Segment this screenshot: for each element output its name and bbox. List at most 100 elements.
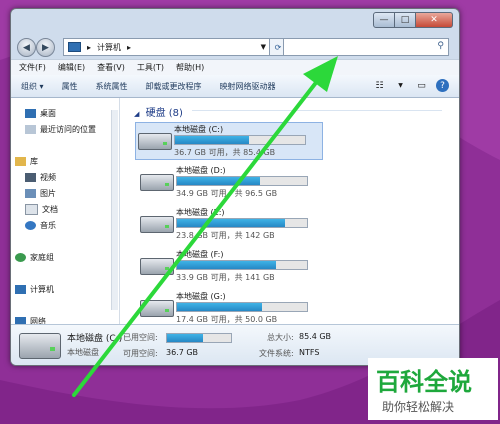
music-icon xyxy=(25,221,36,230)
sidebar-item-homegroup[interactable]: 家庭组 xyxy=(15,252,54,263)
forward-button[interactable]: ▶ xyxy=(36,38,55,57)
menu-tools[interactable]: 工具(T) xyxy=(137,62,164,73)
drive-space-info: 36.7 GB 可用，共 85.4 GB xyxy=(174,148,276,157)
menu-edit[interactable]: 编辑(E) xyxy=(58,62,85,73)
details-fs-label: 文件系统: xyxy=(259,349,294,358)
minimize-button[interactable]: — xyxy=(373,12,395,28)
group-title: 硬盘 (8) xyxy=(145,108,183,119)
sidebar-item-library[interactable]: 库 xyxy=(15,156,38,167)
drive-space-info: 34.9 GB 可用，共 96.5 GB xyxy=(176,189,278,198)
sidebar-item-label: 音乐 xyxy=(40,221,56,230)
chevron-down-icon[interactable]: ▼ xyxy=(394,79,407,92)
drive-usage-fill xyxy=(177,219,285,227)
watermark-subtitle: 助你轻松解决 xyxy=(382,400,455,414)
drive-usage-fill xyxy=(177,177,261,185)
nav-scrollbar[interactable] xyxy=(111,110,118,310)
drive-item[interactable]: 本地磁盘 (F:) 33.9 GB 可用，共 141 GB xyxy=(138,248,318,284)
drive-usage-fill xyxy=(177,261,276,269)
computer-icon xyxy=(15,285,26,294)
details-usage-fill xyxy=(167,334,204,342)
close-button[interactable]: ✕ xyxy=(416,12,453,28)
drive-name: 本地磁盘 (G:) xyxy=(176,292,226,301)
sidebar-item-recent[interactable]: 最近访问的位置 xyxy=(25,124,96,135)
drive-space-info: 33.9 GB 可用，共 141 GB xyxy=(176,273,275,282)
drive-item[interactable]: 本地磁盘 (D:) 34.9 GB 可用，共 96.5 GB xyxy=(138,164,318,200)
hard-drive-icon xyxy=(140,216,174,233)
crumb-separator: ▸ xyxy=(87,42,92,52)
maximize-button[interactable]: □ xyxy=(395,12,416,28)
sidebar-item-label: 视频 xyxy=(40,173,56,182)
content-pane: ◢ 硬盘 (8) 本地磁盘 (C:) 36.7 GB 可用，共 85.4 GB 本地… xyxy=(120,98,459,324)
navigation-pane: 桌面 最近访问的位置 库 视频 图片 文档 音乐 家庭组 计算机 网络 xyxy=(11,98,120,326)
drive-usage-bar xyxy=(174,135,306,145)
collapse-arrow-icon: ◢ xyxy=(134,110,140,118)
sidebar-item-videos[interactable]: 视频 xyxy=(25,172,56,183)
drive-name: 本地磁盘 (E:) xyxy=(176,208,225,217)
sidebar-item-documents[interactable]: 文档 xyxy=(25,204,58,215)
sidebar-item-label: 库 xyxy=(30,157,38,166)
back-button[interactable]: ◀ xyxy=(17,38,36,57)
sidebar-item-computer[interactable]: 计算机 xyxy=(15,284,54,295)
details-drive-type: 本地磁盘 xyxy=(67,348,99,357)
details-fs-value: NTFS xyxy=(299,348,320,357)
view-options-icon[interactable]: ☷ xyxy=(373,79,386,92)
drive-space-info: 23.8 GB 可用，共 142 GB xyxy=(176,231,275,240)
address-row: ◀ ▶ ▸ 计算机 ▸ ▼ ⟳ ⚲ xyxy=(11,36,459,58)
window-controls: — □ ✕ xyxy=(373,12,453,28)
drive-item[interactable]: 本地磁盘 (E:) 23.8 GB 可用，共 142 GB xyxy=(138,206,318,242)
help-icon[interactable]: ? xyxy=(436,79,449,92)
details-used-label: 已用空间: xyxy=(123,333,158,342)
details-drive-name: 本地磁盘 (C:) xyxy=(67,334,123,344)
command-bar: 组织 ▾ 属性 系统属性 卸载或更改程序 映射网络驱动器 ☷ ▼ ▭ ? xyxy=(11,75,459,98)
pictures-icon xyxy=(25,189,36,198)
details-free-label: 可用空间: xyxy=(123,349,158,358)
sidebar-item-pictures[interactable]: 图片 xyxy=(25,188,56,199)
hard-drive-icon xyxy=(19,333,61,359)
crumb-separator: ▸ xyxy=(127,42,132,52)
menu-help[interactable]: 帮助(H) xyxy=(176,62,204,73)
drive-item[interactable]: 本地磁盘 (G:) 17.4 GB 可用，共 50.0 GB xyxy=(138,290,318,326)
sidebar-item-music[interactable]: 音乐 xyxy=(25,220,56,231)
system-properties-button[interactable]: 系统属性 xyxy=(96,81,128,92)
menu-view[interactable]: 查看(V) xyxy=(97,62,125,73)
drive-usage-fill xyxy=(177,303,262,311)
refresh-icon: ⟳ xyxy=(274,42,282,52)
documents-icon xyxy=(25,204,38,215)
properties-button[interactable]: 属性 xyxy=(62,81,78,92)
drive-item[interactable]: 本地磁盘 (C:) 36.7 GB 可用，共 85.4 GB xyxy=(135,122,323,160)
uninstall-program-button[interactable]: 卸载或更改程序 xyxy=(146,81,202,92)
drive-usage-bar xyxy=(176,176,308,186)
sidebar-item-label: 最近访问的位置 xyxy=(40,125,96,134)
computer-icon xyxy=(68,42,81,52)
preview-pane-icon[interactable]: ▭ xyxy=(415,79,428,92)
menu-bar: 文件(F) 编辑(E) 查看(V) 工具(T) 帮助(H) xyxy=(11,59,459,75)
sidebar-item-label: 图片 xyxy=(40,189,56,198)
map-network-drive-button[interactable]: 映射网络驱动器 xyxy=(220,81,276,92)
group-divider xyxy=(192,110,442,111)
search-icon: ⚲ xyxy=(437,41,444,51)
breadcrumb-computer[interactable]: 计算机 xyxy=(97,42,121,53)
menu-file[interactable]: 文件(F) xyxy=(19,62,46,73)
drive-usage-bar xyxy=(176,218,308,228)
sidebar-item-label: 家庭组 xyxy=(30,253,54,262)
chevron-down-icon[interactable]: ▼ xyxy=(261,43,266,51)
drive-name: 本地磁盘 (D:) xyxy=(176,166,226,175)
drive-usage-bar xyxy=(176,260,308,270)
hard-drive-icon xyxy=(138,133,172,150)
drive-name: 本地磁盘 (F:) xyxy=(176,250,224,259)
hard-drive-icon xyxy=(140,258,174,275)
details-free-value: 36.7 GB xyxy=(166,348,199,357)
recent-places-icon xyxy=(25,125,36,134)
group-header[interactable]: ◢ 硬盘 (8) xyxy=(134,104,183,119)
hard-drive-icon xyxy=(140,300,174,317)
homegroup-icon xyxy=(15,253,26,262)
address-bar[interactable]: ▸ 计算机 ▸ ▼ xyxy=(63,38,271,56)
sidebar-item-desktop[interactable]: 桌面 xyxy=(25,108,56,119)
drive-name: 本地磁盘 (C:) xyxy=(174,125,224,134)
search-input[interactable]: ⚲ xyxy=(283,38,449,56)
details-total-label: 总大小: xyxy=(267,333,294,342)
organize-button[interactable]: 组织 ▾ xyxy=(21,81,44,92)
desktop-icon xyxy=(25,109,36,118)
back-arrow-icon: ◀ xyxy=(23,42,30,53)
details-total-value: 85.4 GB xyxy=(299,332,332,341)
